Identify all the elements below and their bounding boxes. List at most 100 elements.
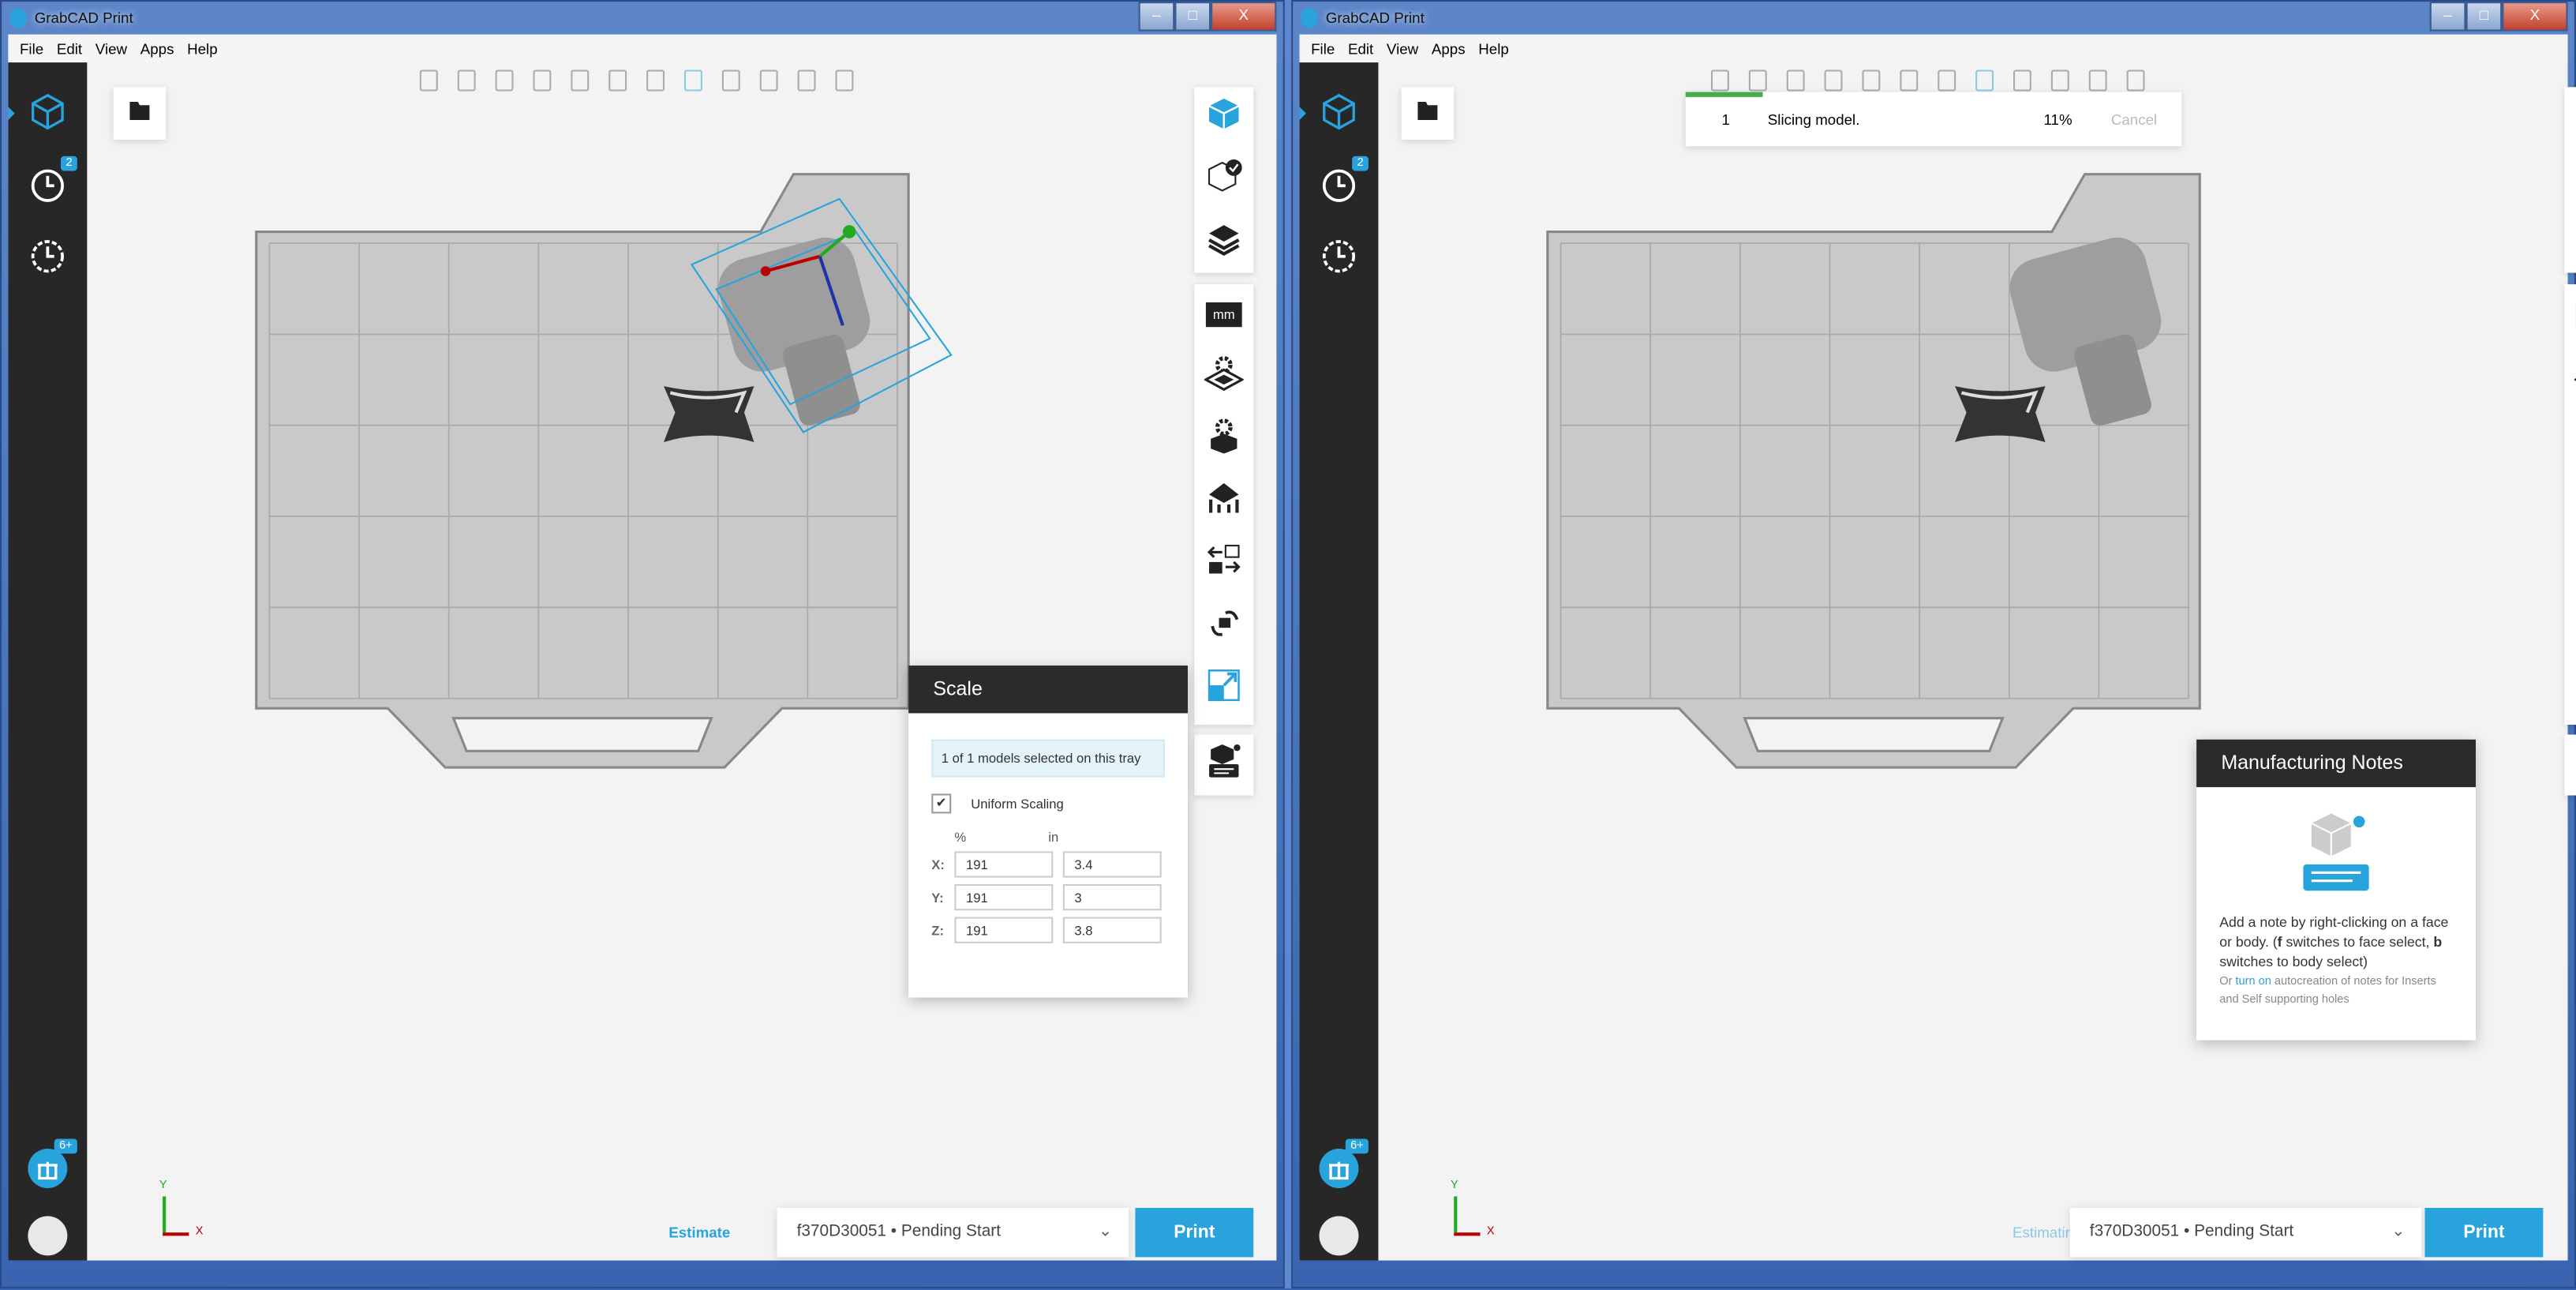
scale-inch-input[interactable]: 3.4 [1063,851,1162,877]
view-top-icon[interactable] [567,67,596,93]
view-toolbar [416,67,861,93]
model-settings-icon [1206,417,1242,461]
view-front-icon[interactable] [1707,67,1736,93]
scale-icon [1206,666,1242,711]
open-file-button[interactable] [1402,87,1455,140]
scale-button[interactable] [1194,659,1253,718]
axis-y-label: Y [1451,1180,1458,1192]
selection-info: 1 of 1 models selected on this tray [931,740,1165,778]
key-b: b [2433,933,2442,950]
model-cube-button[interactable] [2564,87,2576,146]
tray-settings-button[interactable] [2564,347,2576,406]
model-check-icon [1206,157,1242,201]
scale-inch-input[interactable]: 3.8 [1063,917,1162,943]
printer-select[interactable]: f370D30051 • Pending Start⌄ [777,1208,1129,1257]
model-settings-button[interactable] [2564,409,2576,468]
zoom-all-icon[interactable] [756,67,785,93]
folder-icon [126,96,152,131]
arrange-button[interactable] [1194,534,1253,594]
view-iso-icon[interactable] [1934,67,1963,93]
notes-text: switches to face select, [2282,933,2434,950]
arrange-button[interactable] [2564,534,2576,594]
zoom-tray-icon[interactable] [831,67,860,93]
zoom-selected-icon[interactable] [793,67,822,93]
scale-panel: Scale 1 of 1 models selected on this tra… [908,666,1188,997]
model-clip[interactable] [1955,386,2045,442]
view-back-icon[interactable] [1745,67,1774,93]
units-mm-icon: mm [1206,302,1242,326]
manufacturing-notes-button[interactable] [1194,734,1253,793]
manufacturing-notes-button[interactable] [2564,734,2576,793]
turn-on-link[interactable]: turn on [2236,976,2271,988]
view-back-icon[interactable] [454,67,483,93]
cancel-button[interactable]: Cancel [2111,112,2157,129]
panel-title: Manufacturing Notes [2196,740,2476,787]
view-shaded-icon[interactable] [718,67,747,93]
view-bottom-icon[interactable] [1896,67,1925,93]
model-clip[interactable] [664,386,754,442]
scale-percent-input[interactable]: 191 [954,917,1053,943]
rotate-button[interactable] [2564,597,2576,656]
inch-column-header: in [1048,830,1058,845]
viewport[interactable]: mm 1 Slicing model. 11% Cancel Manufactu… [1378,62,2567,1260]
zoom-all-icon[interactable] [2047,67,2076,93]
zoom-selected-icon[interactable] [2085,67,2114,93]
slicing-progress-button[interactable] [2564,212,2576,272]
viewport[interactable]: mm Scale 1 of 1 models selected on this … [87,62,1276,1260]
view-top-icon[interactable] [1858,67,1887,93]
scale-percent-input[interactable]: 191 [954,851,1053,877]
print-button[interactable]: Print [1135,1208,1253,1257]
hint-text: Or [2219,976,2235,988]
model-settings-button[interactable] [1194,409,1253,468]
estimate-link[interactable]: Estimate [668,1224,730,1241]
slicing-progress-bar [1686,92,1762,97]
tray-settings-icon [1204,354,1244,399]
scale-row: Z: 191 3.8 [931,917,1188,943]
slicing-status-card: 1 Slicing model. 11% Cancel [1686,92,2182,147]
scale-percent-input[interactable]: 191 [954,884,1053,910]
model-check-button[interactable] [2564,149,2576,208]
folder-icon [1414,96,1440,131]
view-left-icon[interactable] [491,67,520,93]
manufacturing-notes-icon [1206,742,1242,786]
support-button[interactable] [2564,471,2576,531]
job-index: 1 [1722,112,1730,129]
view-shaded-icon[interactable] [2009,67,2039,93]
build-tray[interactable] [1293,2,2576,1290]
view-iso-icon[interactable] [642,67,672,93]
view-toolbar [1707,67,2152,93]
units-mm-button[interactable]: mm [1194,284,1253,343]
view-fit-icon[interactable] [1971,67,2001,93]
scale-button[interactable] [2564,659,2576,718]
tray-settings-button[interactable] [1194,347,1253,406]
printer-select[interactable]: f370D30051 • Pending Start⌄ [2070,1208,2421,1257]
axis-triad: Y X [1447,1180,1513,1246]
uniform-scaling-checkbox[interactable]: ✔ [931,793,951,813]
model-cube-icon [1206,95,1242,139]
view-right-icon[interactable] [529,67,558,93]
rotate-button[interactable] [1194,597,1253,656]
view-front-icon[interactable] [416,67,445,93]
view-right-icon[interactable] [1820,67,1849,93]
percent-column-header: % [954,830,966,845]
units-mm-button[interactable]: mm [2564,284,2576,343]
layers-button[interactable] [1194,212,1253,272]
view-left-icon[interactable] [1783,67,1812,93]
axis-label: Z: [931,923,948,938]
zoom-tray-icon[interactable] [2122,67,2151,93]
scale-inch-input[interactable]: 3 [1063,884,1162,910]
slicing-percent: 11% [2044,112,2072,129]
print-button[interactable]: Print [2424,1208,2543,1257]
open-file-button[interactable] [114,87,167,140]
layers-icon [1206,219,1242,264]
view-fit-icon[interactable] [680,67,710,93]
view-bottom-icon[interactable] [605,67,634,93]
slicing-status: Slicing model. [1768,112,1860,129]
build-tray[interactable] [2,2,1286,1290]
desktop: GrabCAD Print –□X FileEditViewAppsHelp 2… [0,0,2576,1288]
model-cube-button[interactable] [1194,87,1253,146]
axis-label: Y: [931,890,948,905]
support-icon [1206,479,1242,523]
model-check-button[interactable] [1194,149,1253,208]
support-button[interactable] [1194,471,1253,531]
